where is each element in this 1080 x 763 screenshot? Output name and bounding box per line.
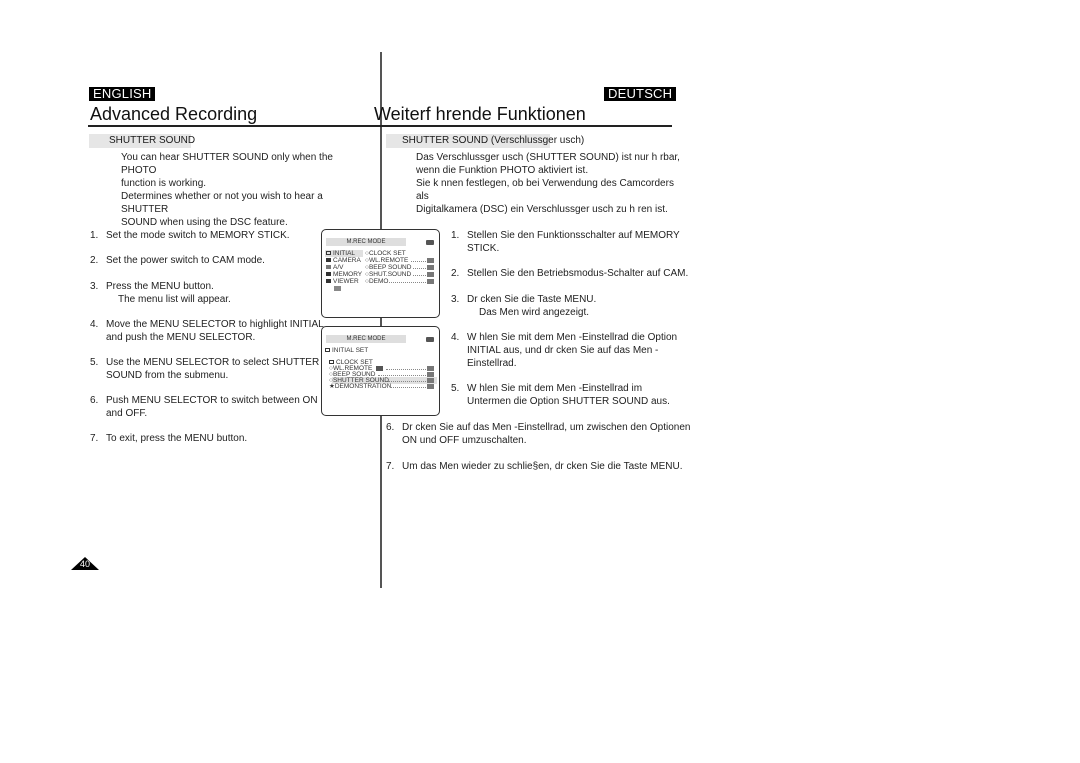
step-deutsch-2: 2. Stellen Sie den Betriebsmodus-Schalte… xyxy=(451,268,689,279)
dotted-leader xyxy=(390,384,426,388)
step-deutsch-7: 7. Um das Men wieder zu schlie§en, dr ck… xyxy=(386,461,683,472)
setting-value-icon xyxy=(427,265,434,270)
clock-icon xyxy=(329,360,334,365)
step-deutsch-4: 4. W hlen Sie mit dem Men -Einstellrad d… xyxy=(451,332,678,369)
submenu-shut-sound: ○SHUT.SOUND xyxy=(365,271,412,278)
battery-icon xyxy=(426,240,434,245)
camera-icon xyxy=(326,258,331,263)
setting-value-icon xyxy=(427,384,434,389)
section-title-deutsch: SHUTTER SOUND (Verschlussger usch) xyxy=(386,134,584,148)
step-deutsch-5: 5. W hlen Sie mit dem Men -Einstellrad i… xyxy=(451,383,670,407)
intro-line: SOUND when using the DSC feature. xyxy=(121,217,288,228)
intro-line: Das Verschlussger usch (SHUTTER SOUND) i… xyxy=(416,152,680,163)
av-icon xyxy=(326,265,331,270)
menu-item-memory: MEMORY xyxy=(326,271,362,278)
setting-value-icon xyxy=(427,378,434,383)
section-title-english: SHUTTER SOUND xyxy=(89,134,195,148)
step-english-5: 5. Use the MENU SELECTOR to select SHUTT… xyxy=(90,357,320,381)
extra-icon xyxy=(334,286,341,291)
dotted-leader xyxy=(388,378,426,382)
mode-label: M.REC MODE xyxy=(326,238,406,246)
viewer-icon xyxy=(326,279,331,284)
step-english-3: 3. Press the MENU button. The menu list … xyxy=(90,281,231,305)
folder-icon xyxy=(325,348,330,353)
mode-label: M.REC MODE xyxy=(326,335,406,343)
dotted-leader xyxy=(411,258,426,262)
intro-deutsch: Das Verschlussger usch (SHUTTER SOUND) i… xyxy=(416,151,686,216)
intro-line: Digitalkamera (DSC) ein Verschlussger us… xyxy=(416,204,668,215)
intro-line: function is working. xyxy=(121,178,207,189)
page-number: 40 xyxy=(79,559,90,569)
language-badge-deutsch: DEUTSCH xyxy=(604,87,677,101)
intro-english: You can hear SHUTTER SOUND only when the… xyxy=(121,151,371,229)
step-english-2: 2. Set the power switch to CAM mode. xyxy=(90,255,265,266)
step-english-6: 6. Push MENU SELECTOR to switch between … xyxy=(90,395,318,419)
submenu-wl-remote: ○WL.REMOTE xyxy=(365,257,409,264)
dotted-leader xyxy=(413,265,426,269)
memory-icon xyxy=(326,272,331,277)
setting-value-icon xyxy=(427,272,434,277)
menu-item-viewer: VIEWER xyxy=(326,278,359,285)
page-title-english: Advanced Recording xyxy=(90,104,258,124)
intro-line: You can hear SHUTTER SOUND only when the… xyxy=(121,152,333,176)
submenu-clock-set: ○CLOCK SET xyxy=(365,250,406,257)
step-deutsch-1: 1. Stellen Sie den Funktionsschalter auf… xyxy=(451,230,680,254)
menu-screen-main: M.REC MODE INITIAL CAMERA A/V MEMORY VIE… xyxy=(321,229,440,318)
battery-icon xyxy=(426,337,434,342)
setting-value-icon xyxy=(427,279,434,284)
dotted-leader xyxy=(386,366,426,370)
dotted-leader xyxy=(413,272,426,276)
setting-value-icon xyxy=(376,366,383,371)
dotted-leader xyxy=(378,372,426,376)
dotted-leader xyxy=(389,279,426,283)
intro-line: wenn die Funktion PHOTO aktiviert ist. xyxy=(416,165,589,176)
menu-item-av: A/V xyxy=(326,264,343,271)
submenu-demonstration: ★DEMONSTRATION xyxy=(329,383,392,390)
language-badge-english: ENGLISH xyxy=(89,87,156,101)
menu-item-initial: INITIAL xyxy=(326,250,355,257)
submenu-demo: ○DEMO xyxy=(365,278,389,285)
menu-screen-initial-set: M.REC MODE INITIAL SET CLOCK SET ○WL.REM… xyxy=(321,326,440,416)
step-english-4: 4. Move the MENU SELECTOR to highlight I… xyxy=(90,319,324,343)
header-rule xyxy=(88,125,672,127)
step-english-7: 7. To exit, press the MENU button. xyxy=(90,433,248,444)
setting-value-icon xyxy=(427,372,434,377)
step-deutsch-3: 3. Dr cken Sie die Taste MENU. Das Men w… xyxy=(451,294,597,318)
page-title-deutsch: Weiterf hrende Funktionen xyxy=(374,104,586,124)
setting-value-icon xyxy=(427,366,434,371)
folder-icon xyxy=(326,251,331,256)
intro-line: Determines whether or not you wish to he… xyxy=(121,191,323,215)
menu-item-camera: CAMERA xyxy=(326,257,361,264)
intro-line: Sie k nnen festlegen, ob bei Verwendung … xyxy=(416,178,674,202)
step-deutsch-6: 6. Dr cken Sie auf das Men -Einstellrad,… xyxy=(386,422,691,446)
step-english-1: 1. Set the mode switch to MEMORY STICK. xyxy=(90,230,290,241)
submenu-beep-sound: ○BEEP SOUND xyxy=(365,264,412,271)
submenu-title: INITIAL SET xyxy=(325,347,368,354)
setting-value-icon xyxy=(427,258,434,263)
screen-connector xyxy=(381,318,382,326)
